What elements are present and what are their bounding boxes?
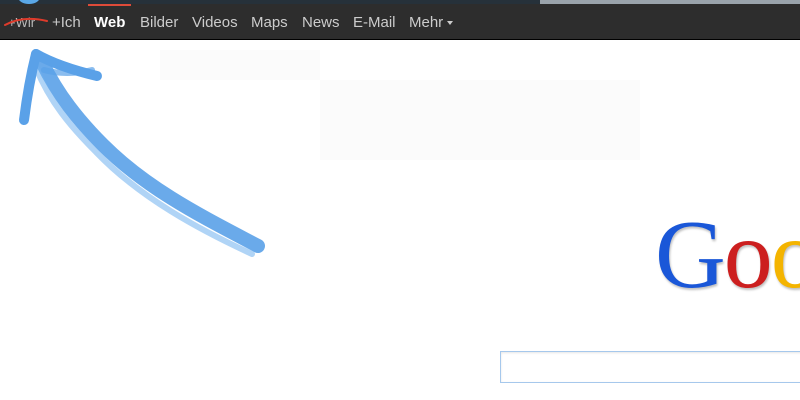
nav-item-maps[interactable]: Maps [251,4,288,40]
nav-item-videos[interactable]: Videos [192,4,238,40]
google-logo: Goo [655,205,800,305]
google-navbar: +Wir +Ich Web Bilder Videos Maps News E-… [0,4,800,40]
nav-item-wir[interactable]: +Wir [8,4,35,40]
nav-item-bilder[interactable]: Bilder [140,4,178,40]
logo-letter: o [770,201,800,309]
nav-item-mehr-label: Mehr [409,14,444,31]
google-homepage: +Wir +Ich Web Bilder Videos Maps News E-… [0,0,800,400]
nav-item-email[interactable]: E-Mail [353,4,396,40]
search-input[interactable] [501,352,800,382]
nav-item-news[interactable]: News [302,4,340,40]
faded-background-block [320,80,640,160]
nav-item-mehr[interactable]: Mehr [409,4,454,40]
search-box[interactable] [500,351,800,383]
nav-item-ich[interactable]: +Ich [52,4,81,40]
nav-item-web[interactable]: Web [87,4,132,40]
logo-letter: G [655,201,726,309]
hand-drawn-arrow-icon [19,49,265,257]
chevron-down-icon [447,21,454,26]
logo-letter: o [723,201,773,309]
